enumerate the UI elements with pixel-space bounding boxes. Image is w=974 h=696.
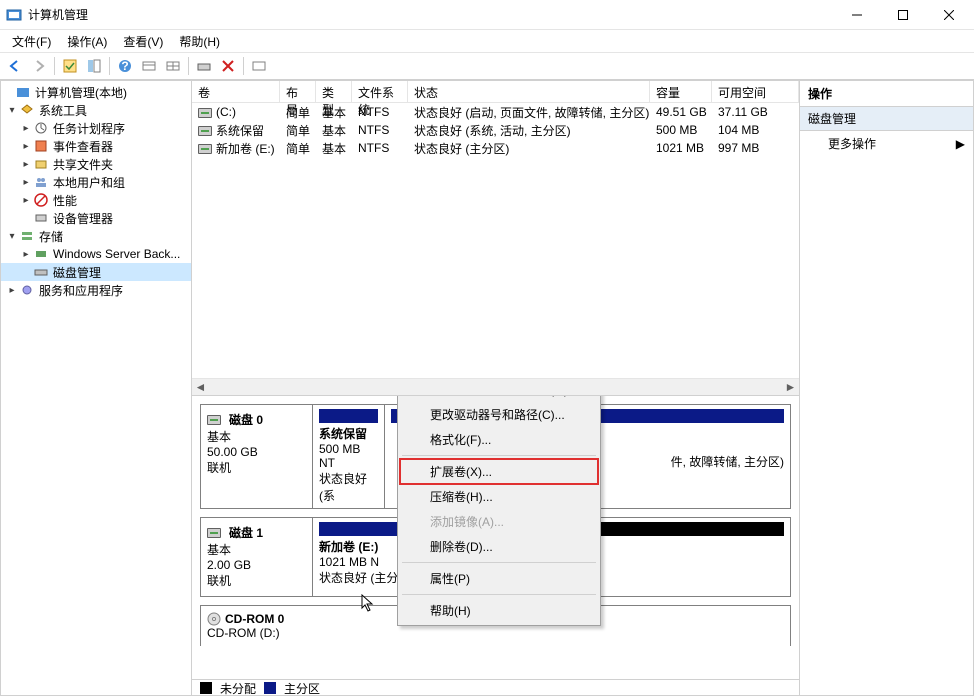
tb-icon-4[interactable]	[162, 55, 184, 77]
menu-file[interactable]: 文件(F)	[4, 31, 59, 52]
tree-local-users[interactable]: ▸本地用户和组	[1, 173, 191, 191]
tree-performance[interactable]: ▸性能	[1, 191, 191, 209]
ctx-item[interactable]: 删除卷(D)...	[400, 534, 598, 559]
col-free[interactable]: 可用空间	[712, 81, 799, 102]
col-layout[interactable]: 布局	[280, 81, 316, 102]
menu-view[interactable]: 查看(V)	[115, 31, 171, 52]
tb-icon-3[interactable]	[138, 55, 160, 77]
forward-button[interactable]	[28, 55, 50, 77]
minimize-button[interactable]	[834, 0, 880, 30]
delete-icon[interactable]	[217, 55, 239, 77]
drive-icon	[198, 126, 212, 136]
volume-hscroll[interactable]: ◄►	[192, 378, 799, 395]
titlebar: 计算机管理	[0, 0, 974, 30]
col-type[interactable]: 类型	[316, 81, 352, 102]
tb-icon-2[interactable]	[83, 55, 105, 77]
close-button[interactable]	[926, 0, 972, 30]
cd-icon	[207, 612, 221, 626]
disk-graphical-view: 磁盘 0 基本 50.00 GB 联机 系统保留 500 MB NT 状态良好 …	[192, 395, 799, 695]
col-volume[interactable]: 卷	[192, 81, 280, 102]
actions-header: 操作	[800, 81, 973, 107]
menubar: 文件(F) 操作(A) 查看(V) 帮助(H)	[0, 30, 974, 52]
tree-disk-management[interactable]: 磁盘管理	[1, 263, 191, 281]
svg-text:?: ?	[121, 59, 128, 73]
ctx-item: 添加镜像(A)...	[400, 509, 598, 534]
legend: 未分配 主分区	[192, 679, 799, 695]
toolbar: ?	[0, 52, 974, 80]
disk-1-info: 磁盘 1 基本 2.00 GB 联机	[201, 518, 313, 596]
volume-table-header: 卷 布局 类型 文件系统 状态 容量 可用空间	[192, 81, 799, 103]
chevron-right-icon: ▶	[956, 137, 965, 151]
context-menu: 打开(O)资源管理器(E)将分区标记为活动分区(M)更改驱动器号和路径(C)..…	[397, 395, 601, 626]
tb-icon-5[interactable]	[193, 55, 215, 77]
ctx-item[interactable]: 属性(P)	[400, 566, 598, 591]
back-button[interactable]	[4, 55, 26, 77]
volume-row: 新加卷 (E:) 简单 基本 NTFS 状态良好 (主分区) 1021 MB 9…	[192, 139, 799, 157]
tree-shared-folders[interactable]: ▸共享文件夹	[1, 155, 191, 173]
ctx-item[interactable]: 帮助(H)	[400, 598, 598, 623]
menu-help[interactable]: 帮助(H)	[171, 31, 228, 52]
drive-icon	[198, 108, 212, 118]
tree-wsb[interactable]: ▸Windows Server Back...	[1, 245, 191, 263]
ctx-item[interactable]: 压缩卷(H)...	[400, 484, 598, 509]
tree-root[interactable]: 计算机管理(本地)	[1, 83, 191, 101]
main-content: 卷 布局 类型 文件系统 状态 容量 可用空间 (C:) 简单 基本 NTFS …	[192, 80, 800, 696]
drive-icon	[198, 144, 212, 154]
tree-services-apps[interactable]: ▸服务和应用程序	[1, 281, 191, 299]
tree-task-scheduler[interactable]: ▸任务计划程序	[1, 119, 191, 137]
ctx-item[interactable]: 扩展卷(X)...	[400, 459, 598, 484]
tree-storage[interactable]: ▾存储	[1, 227, 191, 245]
partition-sysreserved[interactable]: 系统保留 500 MB NT 状态良好 (系	[313, 405, 385, 508]
disk-icon	[207, 528, 221, 538]
tree-device-manager[interactable]: 设备管理器	[1, 209, 191, 227]
actions-pane: 操作 磁盘管理 更多操作▶	[800, 80, 974, 696]
volume-row: 系统保留 简单 基本 NTFS 状态良好 (系统, 活动, 主分区) 500 M…	[192, 121, 799, 139]
tb-icon-6[interactable]	[248, 55, 270, 77]
disk-icon	[207, 415, 221, 425]
col-capacity[interactable]: 容量	[650, 81, 712, 102]
tb-icon-1[interactable]	[59, 55, 81, 77]
volume-row: (C:) 简单 基本 NTFS 状态良好 (启动, 页面文件, 故障转储, 主分…	[192, 103, 799, 121]
actions-section: 磁盘管理	[800, 107, 973, 131]
legend-swatch-unalloc	[200, 682, 212, 694]
help-icon[interactable]: ?	[114, 55, 136, 77]
legend-swatch-primary	[264, 682, 276, 694]
more-actions[interactable]: 更多操作▶	[800, 131, 973, 156]
tree-event-viewer[interactable]: ▸事件查看器	[1, 137, 191, 155]
tree-system-tools[interactable]: ▾系统工具	[1, 101, 191, 119]
disk-0-info: 磁盘 0 基本 50.00 GB 联机	[201, 405, 313, 508]
cdrom-info: CD-ROM 0 CD-ROM (D:)	[201, 606, 313, 646]
app-icon	[6, 7, 22, 23]
window-title: 计算机管理	[28, 6, 834, 23]
maximize-button[interactable]	[880, 0, 926, 30]
ctx-item[interactable]: 更改驱动器号和路径(C)...	[400, 402, 598, 427]
col-fs[interactable]: 文件系统	[352, 81, 408, 102]
volume-table-body[interactable]: (C:) 简单 基本 NTFS 状态良好 (启动, 页面文件, 故障转储, 主分…	[192, 103, 799, 157]
ctx-item[interactable]: 将分区标记为活动分区(M)	[400, 395, 598, 402]
navigation-tree[interactable]: 计算机管理(本地) ▾系统工具 ▸任务计划程序 ▸事件查看器 ▸共享文件夹 ▸本…	[0, 80, 192, 696]
menu-action[interactable]: 操作(A)	[59, 31, 115, 52]
col-status[interactable]: 状态	[408, 81, 650, 102]
ctx-item[interactable]: 格式化(F)...	[400, 427, 598, 452]
